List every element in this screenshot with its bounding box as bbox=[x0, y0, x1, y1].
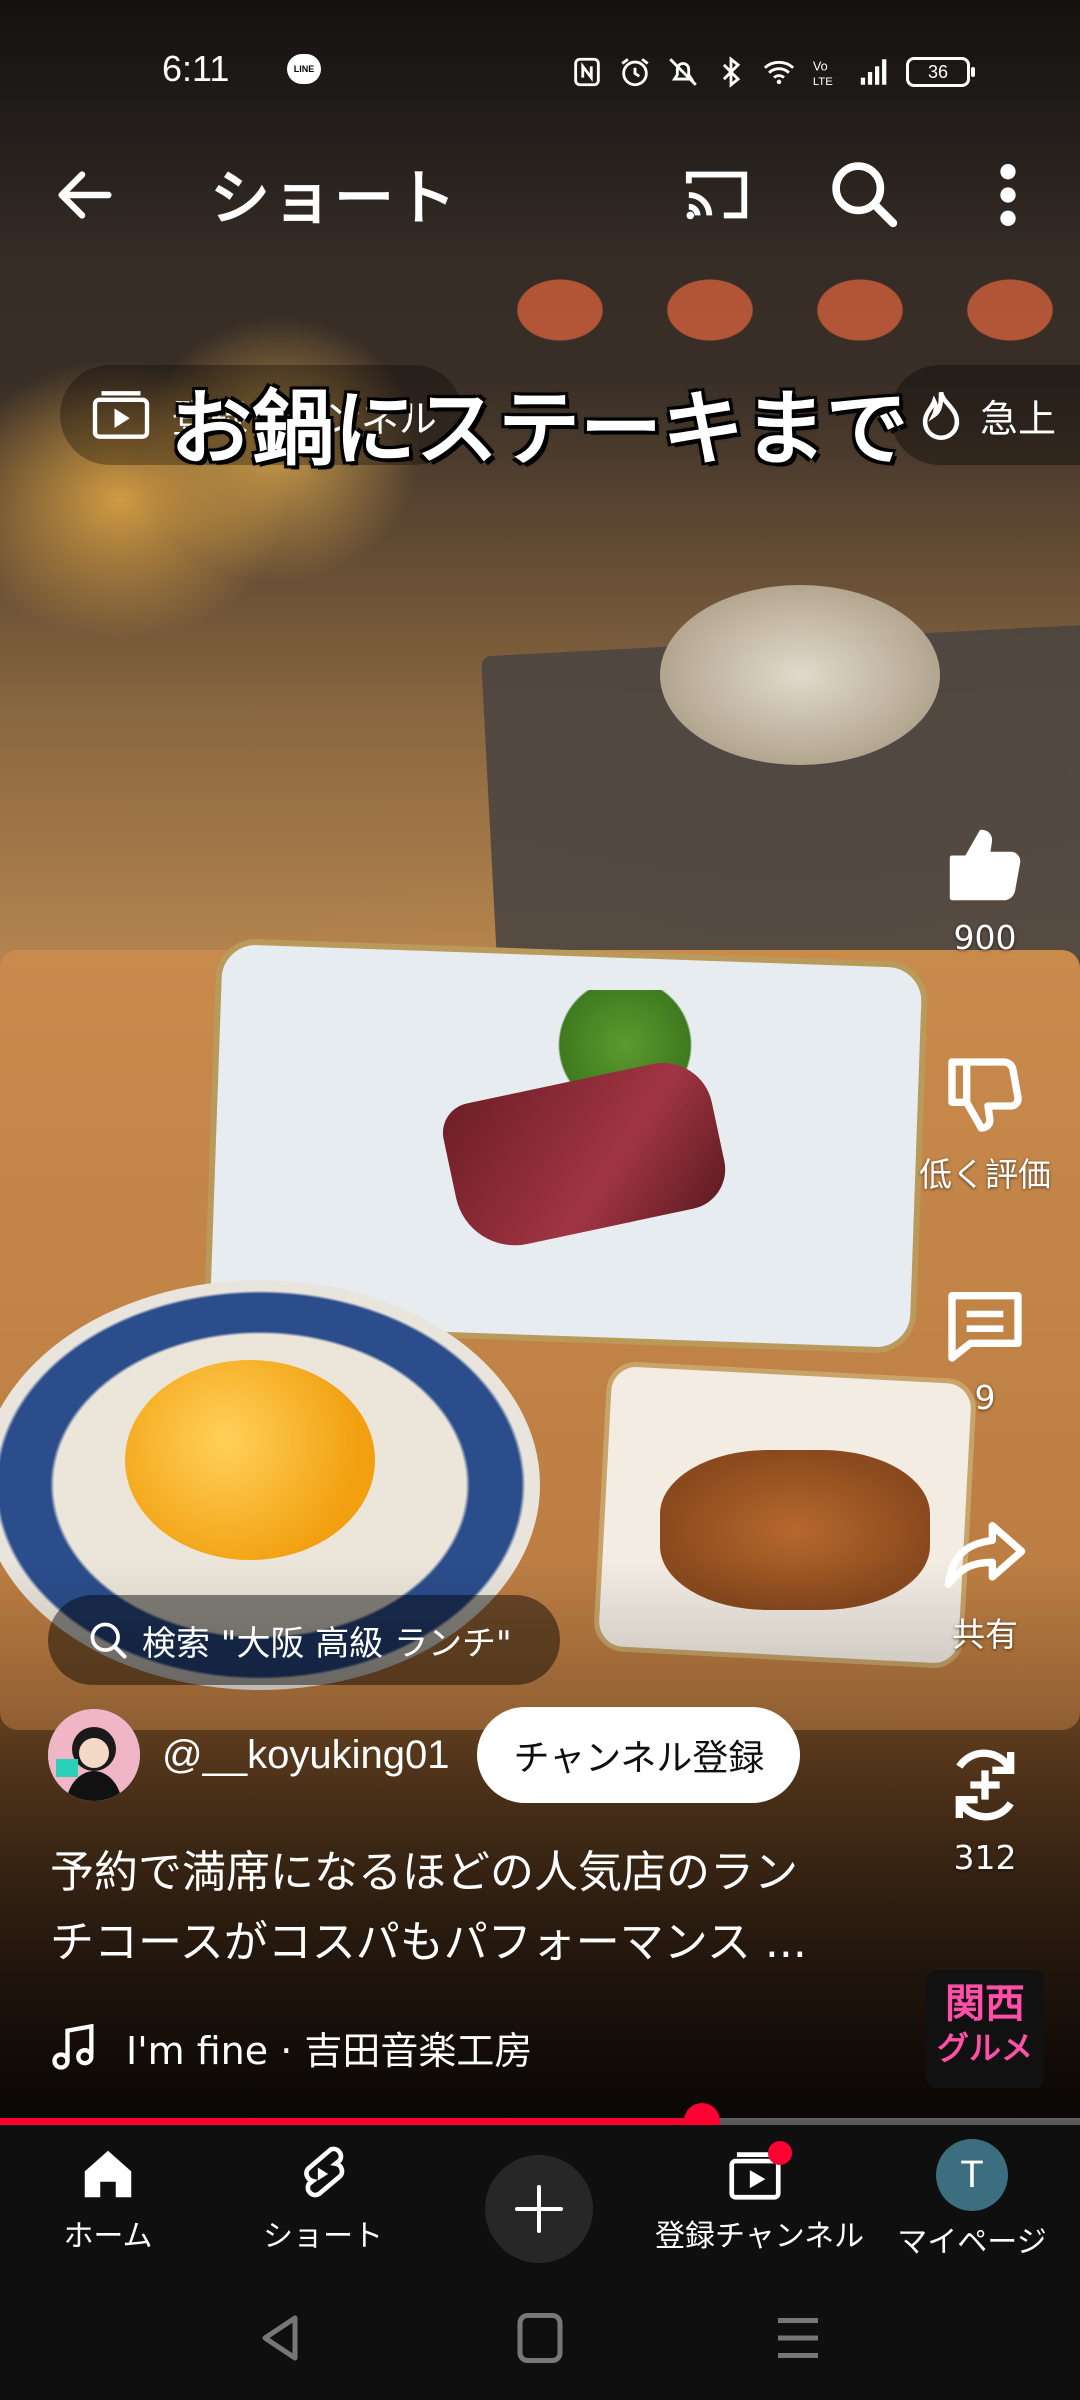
signal-icon bbox=[860, 59, 887, 85]
system-back-icon[interactable] bbox=[250, 2313, 310, 2363]
like-button[interactable]: 900 bbox=[905, 820, 1065, 957]
system-recents-icon[interactable] bbox=[768, 2313, 828, 2363]
dislike-label: 低く評価 bbox=[919, 1155, 1051, 1194]
trending-chip[interactable]: 急上 bbox=[890, 365, 1080, 465]
profile-avatar: T bbox=[936, 2139, 1008, 2211]
status-icons: Vo LTE 36 bbox=[570, 52, 975, 92]
share-label: 共有 bbox=[952, 1615, 1018, 1654]
bottom-navigation: ホーム ショート 登録チャンネル T マイページ bbox=[0, 2125, 1080, 2275]
wifi-icon bbox=[763, 60, 795, 85]
nav-shorts-label: ショート bbox=[263, 2219, 383, 2254]
music-row[interactable]: I'm fine · 吉田音楽工房 bbox=[50, 2020, 532, 2075]
channel-avatar[interactable] bbox=[48, 1709, 140, 1801]
video-description[interactable]: 予約で満席になるほどの人気店のラン チコースがコスパもパフォーマンス ... bbox=[50, 1838, 870, 1978]
status-bar: 6:11 LINE Vo LTE 36 bbox=[0, 40, 1080, 110]
create-button[interactable] bbox=[485, 2155, 593, 2263]
channel-handle[interactable]: @__koyuking01 bbox=[162, 1733, 449, 1778]
status-time: 6:11 bbox=[162, 48, 230, 89]
nav-subscriptions[interactable]: 登録チャンネル bbox=[655, 2125, 865, 2275]
trending-chip-label: 急上 bbox=[980, 396, 1057, 441]
nav-my-page-label: マイページ bbox=[897, 2225, 1047, 2260]
svg-text:LTE: LTE bbox=[813, 76, 833, 88]
music-thumbnail[interactable]: 関西 グルメ bbox=[926, 1970, 1044, 2088]
comment-icon bbox=[948, 1292, 1022, 1362]
like-count: 900 bbox=[953, 918, 1017, 957]
remix-count: 312 bbox=[953, 1838, 1017, 1877]
search-icon bbox=[90, 1622, 127, 1659]
battery-icon: 36 bbox=[906, 57, 975, 87]
mute-icon bbox=[669, 58, 697, 86]
thumbs-down-icon bbox=[948, 1058, 1022, 1132]
music-thumbnail-line-2: グルメ bbox=[936, 2029, 1033, 2067]
home-icon bbox=[84, 2150, 132, 2198]
svg-text:Vo: Vo bbox=[813, 59, 828, 74]
nav-my-page[interactable]: T マイページ bbox=[872, 2125, 1072, 2275]
nav-home-label: ホーム bbox=[63, 2219, 153, 2254]
share-icon bbox=[944, 1522, 1026, 1588]
subscriptions-icon bbox=[92, 391, 150, 439]
description-line-1: 予約で満席になるほどの人気店のラン bbox=[50, 1847, 798, 1898]
video-progress-fill bbox=[0, 2118, 702, 2125]
more-vertical-icon[interactable] bbox=[978, 155, 1038, 235]
shorts-icon bbox=[304, 2146, 345, 2198]
system-navigation-bar bbox=[0, 2275, 1080, 2400]
nav-home[interactable]: ホーム bbox=[8, 2125, 208, 2275]
nav-subscriptions-label: 登録チャンネル bbox=[655, 2219, 865, 2254]
remix-icon bbox=[955, 1749, 1015, 1821]
video-progress-bar[interactable] bbox=[0, 2103, 1080, 2139]
music-thumbnail-line-1: 関西 bbox=[945, 1981, 1025, 2027]
channel-row: @__koyuking01 チャンネル登録 bbox=[48, 1705, 801, 1805]
description-line-2: チコースがコスパもパフォーマンス ... bbox=[50, 1917, 807, 1968]
comment-count: 9 bbox=[974, 1378, 996, 1417]
search-suggestion-text: 検索 "大阪 高級 ランチ" bbox=[142, 1623, 512, 1664]
system-home-icon[interactable] bbox=[510, 2313, 570, 2363]
music-title: I'm fine · 吉田音楽工房 bbox=[126, 2029, 533, 2073]
shorts-header: ショート bbox=[0, 140, 1080, 240]
arrow-left-icon[interactable] bbox=[50, 160, 120, 230]
video-frame-yolk bbox=[125, 1360, 375, 1560]
nfc-icon bbox=[574, 57, 600, 87]
volte-icon: Vo LTE bbox=[813, 59, 833, 88]
thumbs-up-icon bbox=[949, 829, 1021, 901]
nav-shorts[interactable]: ショート bbox=[223, 2125, 423, 2275]
line-app-icon: LINE bbox=[287, 54, 321, 84]
video-frame-oyster bbox=[660, 585, 940, 765]
search-suggestion-pill[interactable]: 検索 "大阪 高級 ランチ" bbox=[48, 1595, 560, 1685]
cast-icon[interactable] bbox=[680, 160, 756, 230]
bluetooth-icon bbox=[722, 56, 741, 88]
subscribe-button[interactable]: チャンネル登録 bbox=[477, 1707, 801, 1803]
trending-flame-icon bbox=[922, 391, 960, 440]
plus-icon bbox=[515, 2185, 563, 2233]
channel-avatar-image bbox=[48, 1709, 140, 1801]
video-caption-text: お鍋にステーキまで bbox=[170, 381, 909, 477]
share-button[interactable]: 共有 bbox=[905, 1510, 1065, 1656]
music-note-icon bbox=[52, 2023, 94, 2070]
search-icon[interactable] bbox=[825, 155, 901, 231]
dislike-button[interactable]: 低く評価 bbox=[905, 1050, 1065, 1196]
alarm-icon bbox=[621, 58, 649, 87]
remix-button[interactable]: 312 bbox=[905, 1740, 1065, 1877]
subscriptions-notification-dot bbox=[768, 2141, 792, 2165]
comments-button[interactable]: 9 bbox=[905, 1280, 1065, 1417]
page-title: ショート bbox=[210, 164, 458, 234]
screen: 6:11 LINE Vo LTE 36 ショート 登録チャンネル 急上 お鍋にス… bbox=[0, 0, 1080, 2400]
